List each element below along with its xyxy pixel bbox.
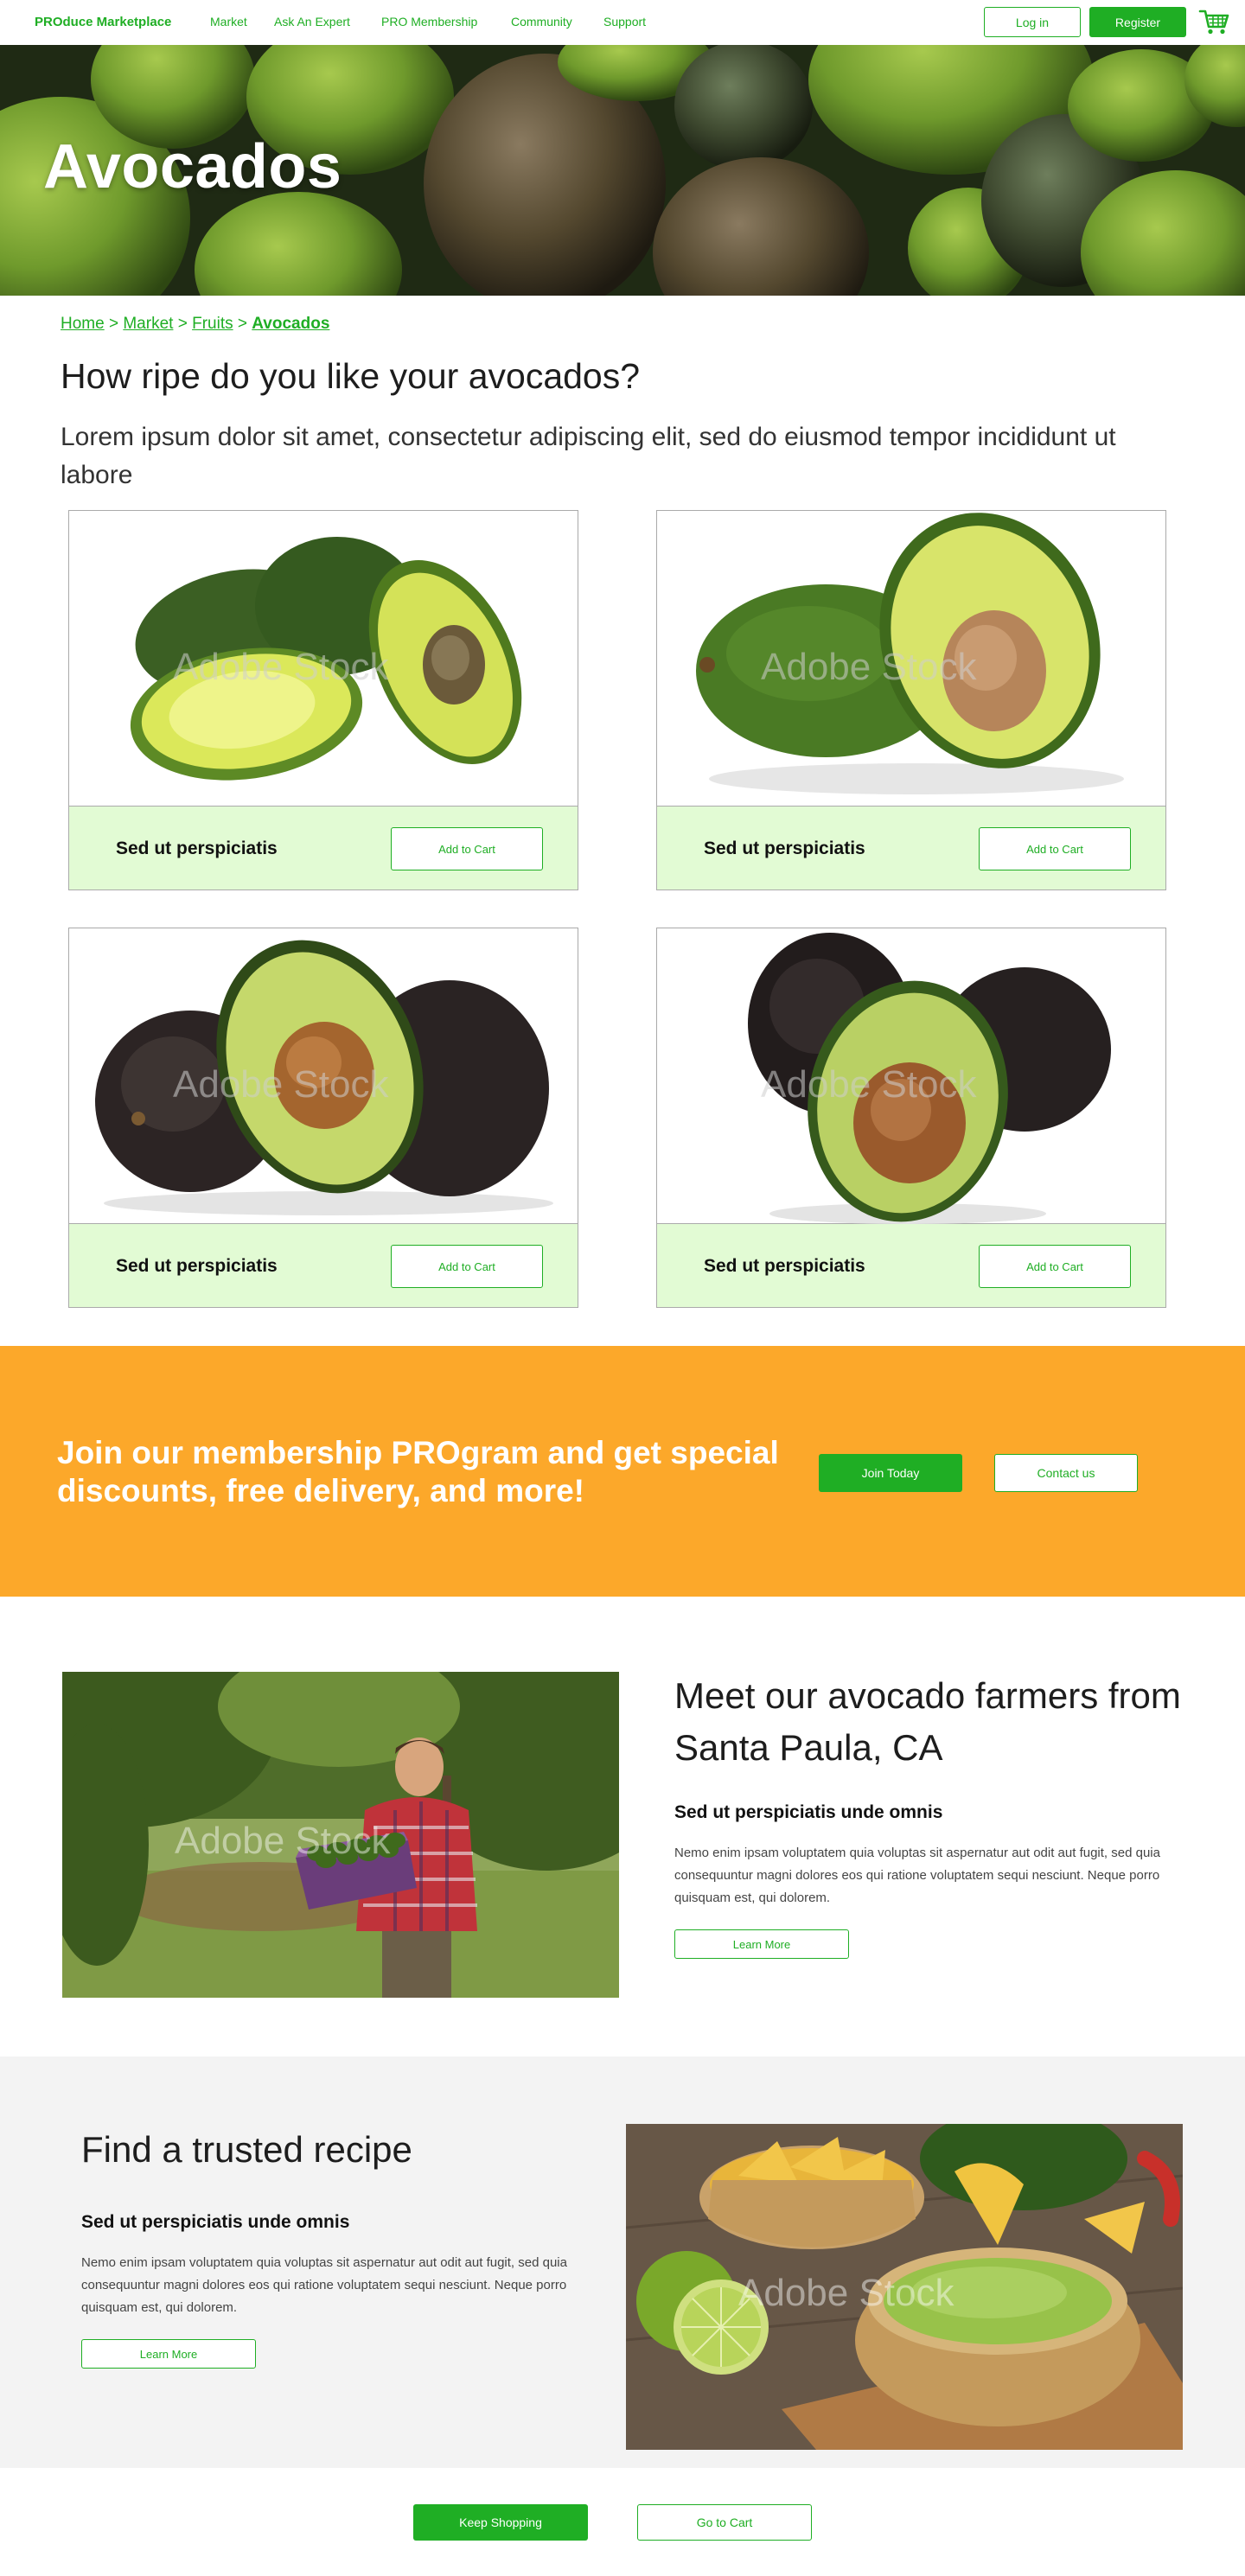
add-to-cart-button[interactable]: Add to Cart xyxy=(979,1245,1131,1288)
watermark-text: Adobe Stock xyxy=(738,2272,954,2314)
nav-link-pro-membership[interactable]: PRO Membership xyxy=(381,15,477,29)
membership-text: Join our membership PROgram and get spec… xyxy=(57,1435,779,1508)
keep-shopping-button[interactable]: Keep Shopping xyxy=(413,2504,588,2541)
product-name: Sed ut perspiciatis xyxy=(116,1256,278,1276)
recipe-learn-more-button[interactable]: Learn More xyxy=(81,2339,256,2369)
watermark-text: Adobe Stock xyxy=(173,1063,389,1106)
breadcrumb-separator: > xyxy=(177,315,188,333)
register-button[interactable]: Register xyxy=(1089,7,1186,37)
product-name: Sed ut perspiciatis xyxy=(704,838,865,858)
join-today-button[interactable]: Join Today xyxy=(819,1454,962,1492)
breadcrumb-home[interactable]: Home xyxy=(61,315,105,333)
recipe-section: Find a trusted recipe Sed ut perspiciati… xyxy=(0,2056,1245,2468)
farmers-title: Meet our avocado farmers from Santa Paul… xyxy=(674,1675,1181,1768)
nav-link-ask-an-expert[interactable]: Ask An Expert xyxy=(274,15,350,29)
nav-link-market[interactable]: Market xyxy=(210,15,247,29)
watermark-text: Adobe Stock xyxy=(175,1820,391,1862)
add-to-cart-button[interactable]: Add to Cart xyxy=(391,827,543,870)
product-name: Sed ut perspiciatis xyxy=(704,1256,865,1276)
recipe-subtitle: Sed ut perspiciatis unde omnis xyxy=(81,2212,350,2232)
guacamole-image: Adobe Stock xyxy=(626,2124,1183,2450)
page-heading: How ripe do you like your avocados? xyxy=(61,356,641,396)
farmers-subtitle: Sed ut perspiciatis unde omnis xyxy=(674,1802,943,1822)
watermark-text: Adobe Stock xyxy=(761,646,977,688)
hero-banner: Avocados xyxy=(0,45,1245,296)
breadcrumb-current[interactable]: Avocados xyxy=(252,315,329,333)
intro-lead: Lorem ipsum dolor sit amet, consectetur … xyxy=(61,423,1116,489)
nav-link-support[interactable]: Support xyxy=(603,15,646,29)
go-to-cart-button[interactable]: Go to Cart xyxy=(637,2504,812,2541)
membership-banner: Join our membership PROgram and get spec… xyxy=(0,1346,1245,1597)
breadcrumb-separator: > xyxy=(108,315,119,333)
product-image[interactable]: Adobe Stock xyxy=(69,928,578,1224)
add-to-cart-button[interactable]: Add to Cart xyxy=(391,1245,543,1288)
product-card: Adobe Stock Sed ut perspiciatis Add to C… xyxy=(68,928,578,1308)
watermark-text: Adobe Stock xyxy=(173,646,389,688)
login-button[interactable]: Log in xyxy=(984,7,1081,37)
product-card-footer: Sed ut perspiciatis Add to Cart xyxy=(657,807,1165,889)
product-image[interactable]: Adobe Stock xyxy=(69,511,578,807)
hero-title: Avocados xyxy=(43,132,342,201)
breadcrumb: Home > Market > Fruits > Avocados xyxy=(61,315,329,334)
farmer-image: Adobe Stock xyxy=(62,1672,619,1998)
product-image[interactable]: Adobe Stock xyxy=(657,928,1165,1224)
product-card-footer: Sed ut perspiciatis Add to Cart xyxy=(69,807,578,889)
brand-logo[interactable]: PROduce Marketplace xyxy=(35,15,171,29)
contact-us-button[interactable]: Contact us xyxy=(994,1454,1138,1492)
breadcrumb-market[interactable]: Market xyxy=(123,315,173,333)
shopping-cart-icon[interactable] xyxy=(1198,8,1229,35)
product-card-footer: Sed ut perspiciatis Add to Cart xyxy=(69,1224,578,1307)
product-card-footer: Sed ut perspiciatis Add to Cart xyxy=(657,1224,1165,1307)
top-navigation: PROduce Marketplace Market Ask An Expert… xyxy=(0,0,1245,45)
breadcrumb-separator: > xyxy=(237,315,247,333)
product-image[interactable]: Adobe Stock xyxy=(657,511,1165,807)
product-card: Adobe Stock Sed ut perspiciatis Add to C… xyxy=(656,510,1166,890)
recipe-title: Find a trusted recipe xyxy=(81,2129,412,2170)
farmers-body: Nemo enim ipsam voluptatem quia voluptas… xyxy=(674,1846,1160,1905)
breadcrumb-fruits[interactable]: Fruits xyxy=(192,315,233,333)
product-card: Adobe Stock Sed ut perspiciatis Add to C… xyxy=(656,928,1166,1308)
product-name: Sed ut perspiciatis xyxy=(116,838,278,858)
product-card: Adobe Stock Sed ut perspiciatis Add to C… xyxy=(68,510,578,890)
add-to-cart-button[interactable]: Add to Cart xyxy=(979,827,1131,870)
farmers-learn-more-button[interactable]: Learn More xyxy=(674,1929,849,1959)
watermark-text: Adobe Stock xyxy=(761,1063,977,1106)
recipe-body: Nemo enim ipsam voluptatem quia voluptas… xyxy=(81,2255,567,2315)
nav-link-community[interactable]: Community xyxy=(511,15,572,29)
